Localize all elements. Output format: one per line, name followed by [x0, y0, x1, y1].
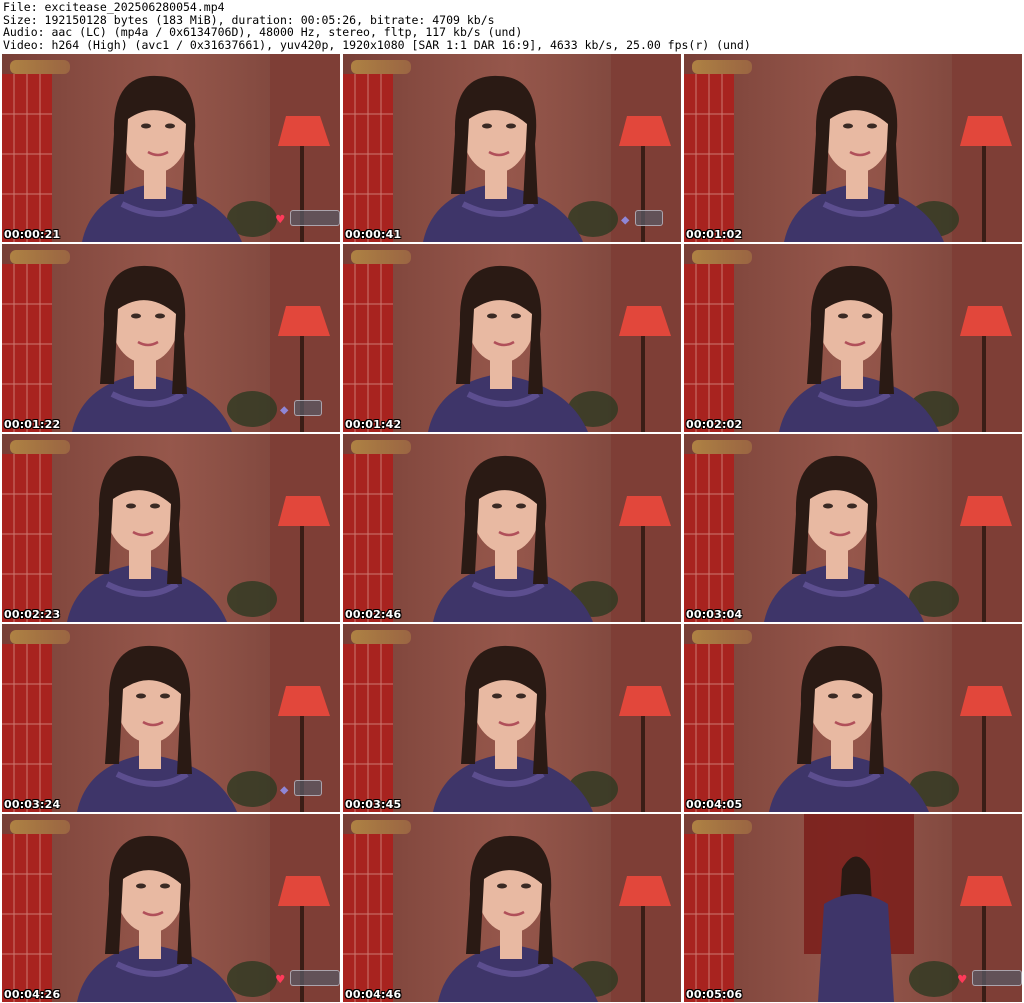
thumbnail-timestamp: 00:01:42 [345, 418, 402, 431]
video-thumbnail: 00:03:45 [343, 624, 681, 812]
video-thumbnail: 00:04:05 [684, 624, 1022, 812]
thumbnail-timestamp: 00:02:02 [686, 418, 743, 431]
heart-icon: ♥ [958, 972, 967, 988]
file-name-line: File: excitease_202506280054.mp4 [3, 0, 225, 14]
file-info-header: File: excitease_202506280054.mp4 Size: 1… [3, 1, 1021, 51]
thumbnail-frame-image [343, 814, 681, 1002]
tip-notification-badge [290, 970, 340, 986]
user-icon: ◆ [280, 782, 289, 798]
watermark-logo [692, 630, 752, 644]
thumbnail-frame-image [343, 434, 681, 622]
video-thumbnail: ♥ 00:05:06 [684, 814, 1022, 1002]
thumbnail-timestamp: 00:00:21 [4, 228, 61, 241]
thumbnail-timestamp: 00:02:23 [4, 608, 61, 621]
tip-notification-badge [635, 210, 663, 226]
video-thumbnail: 00:03:04 [684, 434, 1022, 622]
video-thumbnail: 00:04:46 [343, 814, 681, 1002]
video-thumbnail: 00:02:46 [343, 434, 681, 622]
thumbnail-timestamp: 00:03:24 [4, 798, 61, 811]
tip-notification-badge [294, 400, 322, 416]
watermark-logo [351, 820, 411, 834]
thumbnail-frame-image [684, 244, 1022, 432]
video-thumbnail: ◆ 00:01:22 [2, 244, 340, 432]
thumbnail-timestamp: 00:03:45 [345, 798, 402, 811]
thumbnail-timestamp: 00:05:06 [686, 988, 743, 1001]
thumbnail-timestamp: 00:03:04 [686, 608, 743, 621]
watermark-logo [10, 630, 70, 644]
heart-icon: ♥ [276, 972, 285, 988]
heart-icon: ♥ [276, 212, 285, 228]
watermark-logo [10, 250, 70, 264]
watermark-logo [692, 60, 752, 74]
watermark-logo [692, 820, 752, 834]
user-icon: ◆ [280, 402, 289, 418]
thumbnail-timestamp: 00:01:22 [4, 418, 61, 431]
video-thumbnail: 00:01:02 [684, 54, 1022, 242]
watermark-logo [351, 440, 411, 454]
thumbnail-timestamp: 00:04:05 [686, 798, 743, 811]
watermark-logo [351, 630, 411, 644]
thumbnail-frame-image [343, 244, 681, 432]
thumbnail-timestamp: 00:01:02 [686, 228, 743, 241]
watermark-logo [10, 60, 70, 74]
video-info-line: Video: h264 (High) (avc1 / 0x31637661), … [3, 37, 751, 52]
thumbnail-frame-image [684, 624, 1022, 812]
video-thumbnail: ◆ 00:03:24 [2, 624, 340, 812]
thumbnail-timestamp: 00:04:46 [345, 988, 402, 1001]
watermark-logo [351, 250, 411, 264]
video-thumbnail: ♥ 00:00:21 [2, 54, 340, 242]
watermark-logo [10, 820, 70, 834]
user-icon: ◆ [621, 212, 630, 228]
video-thumbnail: 00:02:23 [2, 434, 340, 622]
thumbnail-timestamp: 00:00:41 [345, 228, 402, 241]
thumbnail-frame-image [684, 434, 1022, 622]
audio-info-line: Audio: aac (LC) (mp4a / 0x6134706D), 480… [3, 25, 523, 39]
thumbnail-timestamp: 00:02:46 [345, 608, 402, 621]
video-thumbnail: 00:02:02 [684, 244, 1022, 432]
tip-notification-badge [294, 780, 322, 796]
video-thumbnail: ◆ 00:00:41 [343, 54, 681, 242]
watermark-logo [692, 250, 752, 264]
video-thumbnail: 00:01:42 [343, 244, 681, 432]
watermark-logo [351, 60, 411, 74]
watermark-logo [692, 440, 752, 454]
thumbnail-grid: ♥ 00:00:21 ◆ 00:00:41 00:01:02 ◆ 00:01:22 0… [2, 54, 1022, 1002]
thumbnail-frame-image [343, 624, 681, 812]
tip-notification-badge [290, 210, 340, 226]
thumbnail-timestamp: 00:04:26 [4, 988, 61, 1001]
watermark-logo [10, 440, 70, 454]
tip-notification-badge [972, 970, 1022, 986]
thumbnail-frame-image [2, 434, 340, 622]
video-thumbnail: ♥ 00:04:26 [2, 814, 340, 1002]
thumbnail-frame-image [684, 54, 1022, 242]
